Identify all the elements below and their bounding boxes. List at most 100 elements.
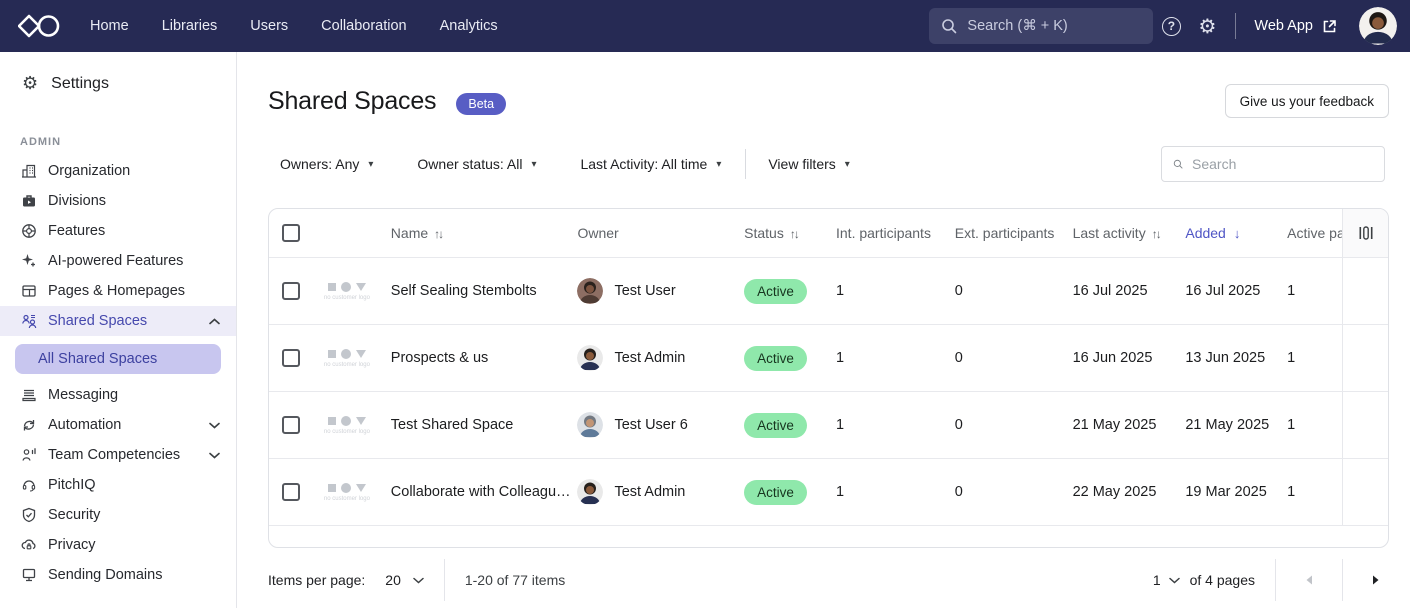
row-checkbox[interactable] <box>282 282 300 300</box>
previous-page-button[interactable] <box>1296 575 1322 585</box>
feedback-button[interactable]: Give us your feedback <box>1225 84 1389 118</box>
sidebar-item-label: Security <box>48 507 100 523</box>
table-search-input[interactable] <box>1192 156 1373 172</box>
sidebar-item-label: Pages & Homepages <box>48 283 185 299</box>
circle-shape-icon <box>341 416 351 426</box>
status-column-header[interactable]: Status↑↓ <box>744 225 836 241</box>
caret-down-icon: ▾ <box>716 159 721 170</box>
sidebar-item-automation[interactable]: Automation <box>0 410 236 440</box>
caret-down-icon: ▾ <box>368 159 373 170</box>
filters-row: Owners: Any ▾ Owner status: All ▾ Last A… <box>237 146 1410 182</box>
cell-name[interactable]: Test Shared Space <box>391 417 578 433</box>
cell-added: 13 Jun 2025 <box>1185 350 1287 366</box>
page-select-dropdown[interactable] <box>1169 577 1180 584</box>
globe-icon <box>20 223 37 239</box>
cell-active-participants: 1 <box>1287 484 1342 500</box>
user-avatar[interactable] <box>1359 7 1397 45</box>
sidebar-item-organization[interactable]: Organization <box>0 156 236 186</box>
chevron-down-icon <box>209 422 220 429</box>
name-column-header[interactable]: Name↑↓ <box>391 225 578 241</box>
global-search-input[interactable]: Search (⌘ + K) <box>929 8 1153 44</box>
sidebar-item-messaging[interactable]: Messaging <box>0 380 236 410</box>
cell-name[interactable]: Prospects & us <box>391 350 578 366</box>
sidebar-item-team-competencies[interactable]: Team Competencies <box>0 440 236 470</box>
row-checkbox[interactable] <box>282 349 300 367</box>
infinity-logo-icon <box>18 13 60 39</box>
owner-name: Test User 6 <box>614 417 687 433</box>
sidebar-item-divisions[interactable]: Divisions <box>0 186 236 216</box>
sidebar-item-sending-domains[interactable]: Sending Domains <box>0 560 236 590</box>
beta-badge: Beta <box>456 93 506 115</box>
triangle-shape-icon <box>356 484 366 492</box>
items-per-page-dropdown[interactable] <box>413 577 424 584</box>
cell-last-activity: 21 May 2025 <box>1073 417 1186 433</box>
sidebar-item-privacy[interactable]: Privacy <box>0 530 236 560</box>
table-row[interactable]: no customer logo Collaborate with Collea… <box>269 458 1388 525</box>
table-row[interactable]: no customer logo Prospects & us Test Adm… <box>269 324 1388 391</box>
sidebar-item-ai-powered-features[interactable]: AI-powered Features <box>0 246 236 276</box>
ext-participants-column-header[interactable]: Ext. participants <box>955 225 1073 241</box>
monitor-icon <box>20 567 37 583</box>
view-filters-label: View filters <box>768 156 835 172</box>
sidebar-item-shared-spaces[interactable]: Shared Spaces <box>0 306 236 336</box>
sidebar-item-label: Organization <box>48 163 130 179</box>
gear-icon: ⚙ <box>1198 16 1216 36</box>
items-range-label: 1-20 of 77 items <box>465 572 565 588</box>
column-settings-button[interactable] <box>1342 209 1388 257</box>
owner-status-filter[interactable]: Owner status: All ▾ <box>417 156 536 172</box>
current-page-value[interactable]: 1 <box>1153 572 1161 588</box>
added-column-header[interactable]: Added↓ <box>1185 225 1287 241</box>
nav-item-analytics[interactable]: Analytics <box>440 18 498 34</box>
row-checkbox[interactable] <box>282 483 300 501</box>
sidebar-subitem-all-shared-spaces[interactable]: All Shared Spaces <box>15 344 221 374</box>
square-shape-icon <box>328 283 336 291</box>
filters-divider <box>745 149 746 179</box>
items-per-page-value[interactable]: 20 <box>385 572 401 588</box>
sidebar-item-pitchiq[interactable]: PitchIQ <box>0 470 236 500</box>
last-activity-column-header[interactable]: Last activity↑↓ <box>1073 225 1186 241</box>
nav-item-home[interactable]: Home <box>90 18 129 34</box>
items-per-page-label: Items per page: <box>268 572 365 588</box>
owner-status-filter-label: Owner status: All <box>417 156 522 172</box>
view-filters-dropdown[interactable]: View filters ▾ <box>768 156 849 172</box>
sidebar-item-label: Privacy <box>48 537 96 553</box>
next-page-button[interactable] <box>1363 575 1389 585</box>
sidebar-item-security[interactable]: Security <box>0 500 236 530</box>
sidebar-item-pages-homepages[interactable]: Pages & Homepages <box>0 276 236 306</box>
web-app-link[interactable]: Web App <box>1254 18 1337 34</box>
select-all-checkbox[interactable] <box>282 224 300 242</box>
page-header: Shared Spaces Beta Give us your feedback <box>237 52 1410 118</box>
row-actions-cell <box>1342 325 1388 391</box>
nav-item-libraries[interactable]: Libraries <box>162 18 218 34</box>
admin-settings-button[interactable]: ⚙ <box>1189 8 1225 44</box>
last-activity-filter[interactable]: Last Activity: All time ▾ <box>580 156 721 172</box>
app-logo[interactable] <box>18 13 60 39</box>
owner-avatar <box>577 479 603 505</box>
cell-status: Active <box>744 413 836 438</box>
triangle-shape-icon <box>356 417 366 425</box>
active-participants-column-header[interactable]: Active participants <box>1287 225 1342 241</box>
help-icon: ? <box>1162 17 1181 36</box>
pager-divider <box>1275 559 1276 601</box>
help-button[interactable]: ? <box>1153 8 1189 44</box>
owners-filter[interactable]: Owners: Any ▾ <box>280 156 373 172</box>
nav-item-users[interactable]: Users <box>250 18 288 34</box>
cell-active-participants: 1 <box>1287 350 1342 366</box>
cell-added: 16 Jul 2025 <box>1185 283 1287 299</box>
table-search-box[interactable] <box>1161 146 1385 182</box>
cell-added: 19 Mar 2025 <box>1185 484 1287 500</box>
top-nav-bar: Home Libraries Users Collaboration Analy… <box>0 0 1410 52</box>
sidebar-item-features[interactable]: Features <box>0 216 236 246</box>
table-row[interactable]: no customer logo Test Shared Space Test … <box>269 391 1388 458</box>
row-actions-cell <box>1342 392 1388 458</box>
row-checkbox[interactable] <box>282 416 300 434</box>
sort-icon: ↑↓ <box>790 227 798 241</box>
table-row[interactable]: no customer logo Self Sealing Stembolts … <box>269 257 1388 324</box>
owner-column-header[interactable]: Owner <box>577 225 744 241</box>
int-participants-column-header[interactable]: Int. participants <box>836 225 955 241</box>
cell-name[interactable]: Collaborate with Colleagu… <box>391 484 578 500</box>
owner-name: Test User <box>614 283 675 299</box>
cell-name[interactable]: Self Sealing Stembolts <box>391 283 578 299</box>
sidebar-settings-header[interactable]: ⚙ Settings <box>22 72 236 96</box>
nav-item-collaboration[interactable]: Collaboration <box>321 18 406 34</box>
